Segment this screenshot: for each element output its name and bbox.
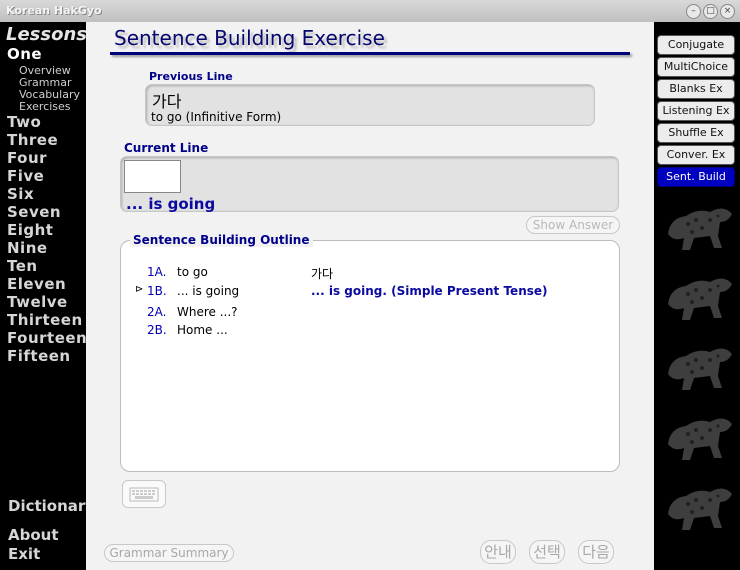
outline-title: Sentence Building Outline [130,233,313,247]
previous-meaning: to go (Infinitive Form) [151,110,282,124]
tab-sent-build[interactable]: Sent. Build [657,167,735,187]
row-number: 2B. [147,323,167,337]
lesson-one[interactable]: One [7,45,42,63]
outline-row[interactable]: 2B. Home ... [121,323,619,341]
leopard-icon [668,488,732,530]
keyboard-icon [129,487,159,502]
lesson-nine[interactable]: Nine [7,239,48,257]
leopard-icon [668,348,732,390]
window-title: Korean HakGyo [6,4,102,17]
leopard-icon [668,208,732,250]
lesson-fourteen[interactable]: Fourteen [7,329,87,347]
tab-listening-ex[interactable]: Listening Ex [657,101,735,121]
current-line-box: ... is going [120,156,619,213]
title-divider [110,52,630,55]
lesson-eleven[interactable]: Eleven [7,275,66,293]
grammar-summary-button[interactable]: Grammar Summary [104,544,234,562]
leopard-icon [668,418,732,460]
title-bar: Korean HakGyo – □ × [0,0,740,23]
exercise-sidebar: Conjugate MultiChoice Blanks Ex Listenin… [654,22,740,570]
row-english: ... is going [177,284,240,298]
row-english: Home ... [177,323,228,337]
current-line-label: Current Line [124,141,209,155]
current-line-text: ... is going [126,195,216,213]
previous-line-box: 가다 to go (Infinitive Form) [145,84,595,126]
previous-korean: 가다 [152,92,182,111]
keyboard-button[interactable] [122,480,166,508]
next-button[interactable]: 다음 [578,540,614,564]
lesson-fifteen[interactable]: Fifteen [7,347,71,365]
show-answer-button[interactable]: Show Answer [526,216,620,234]
dictionary-link[interactable]: Dictionary [8,497,95,515]
sub-exercises[interactable]: Exercises [19,100,71,113]
tab-blanks-ex[interactable]: Blanks Ex [657,79,735,99]
row-number: 1A. [147,265,167,279]
lesson-sidebar: Lessons One Overview Grammar Vocabulary … [0,22,95,570]
tab-conver-ex[interactable]: Conver. Ex [657,145,735,165]
lesson-eight[interactable]: Eight [7,221,53,239]
outline-row-current[interactable]: ⊳ 1B. ... is going ... is going. (Simple… [121,284,619,302]
about-link[interactable]: About [8,526,59,544]
lesson-ten[interactable]: Ten [7,257,38,275]
row-english: Where ...? [177,305,238,319]
outline-row[interactable]: 2A. Where ...? [121,305,619,323]
lessons-heading: Lessons [6,24,87,45]
close-icon[interactable]: × [720,4,735,19]
restore-icon[interactable]: □ [703,4,718,19]
lesson-thirteen[interactable]: Thirteen [7,311,83,329]
app-window: Korean HakGyo – □ × Lessons One Overview… [0,0,740,570]
current-row-marker-icon: ⊳ [135,284,144,295]
row-korean: ... is going. (Simple Present Tense) [311,284,548,298]
outline-row[interactable]: 1A. to go 가다 [121,265,619,283]
tab-multichoice[interactable]: MultiChoice [657,57,735,77]
lesson-three[interactable]: Three [7,131,58,149]
leopard-icon [668,278,732,320]
select-button[interactable]: 선택 [529,540,565,564]
lesson-twelve[interactable]: Twelve [7,293,68,311]
lesson-two[interactable]: Two [7,113,41,131]
answer-input[interactable] [124,160,181,193]
row-number: 1B. [147,284,167,298]
lesson-five[interactable]: Five [7,167,44,185]
tab-shuffle-ex[interactable]: Shuffle Ex [657,123,735,143]
minimize-icon[interactable]: – [686,4,701,19]
row-number: 2A. [147,305,167,319]
lesson-seven[interactable]: Seven [7,203,61,221]
outline-box: 1A. to go 가다 ⊳ 1B. ... is going ... is g… [120,240,620,472]
lesson-four[interactable]: Four [7,149,47,167]
exercise-panel: Sentence Building Exercise Previous Line… [86,22,654,570]
guide-button[interactable]: 안내 [480,540,516,564]
exit-link[interactable]: Exit [8,545,40,563]
lesson-six[interactable]: Six [7,185,34,203]
row-english: to go [177,265,208,279]
row-korean: 가다 [311,267,334,281]
tab-conjugate[interactable]: Conjugate [657,35,735,55]
previous-line-label: Previous Line [149,70,233,83]
page-title: Sentence Building Exercise [114,26,385,50]
